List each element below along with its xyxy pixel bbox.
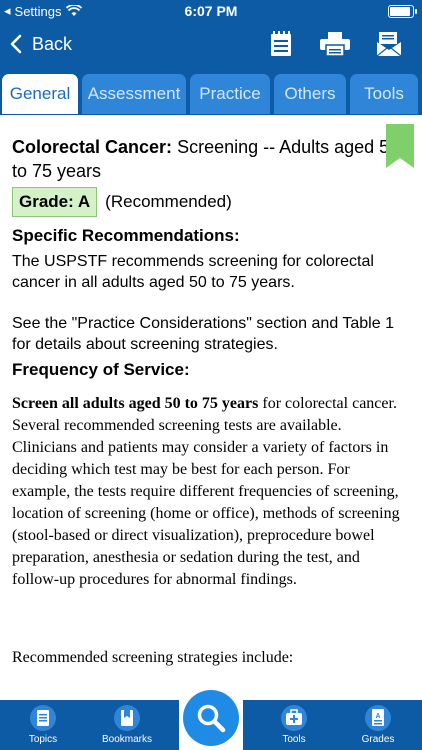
svg-text:A: A — [375, 713, 380, 720]
medical-kit-icon — [281, 705, 307, 731]
back-button[interactable]: Back — [10, 30, 72, 58]
nav-bookmarks-label: Bookmarks — [101, 734, 152, 745]
bookmark-ribbon[interactable] — [386, 124, 414, 168]
nav-tools-label: Tools — [282, 734, 306, 745]
nav-grades-label: Grades — [361, 734, 395, 745]
nav-topics[interactable]: Topics — [3, 704, 83, 748]
nav-grades[interactable]: A Grades — [338, 704, 418, 748]
tab-tools[interactable]: Tools — [350, 74, 418, 114]
bookmark-ribbon-icon — [386, 124, 414, 168]
envelope-icon — [377, 32, 401, 56]
header: ◂ Settings 6:07 PM Back — [0, 0, 422, 70]
notepad-icon — [271, 31, 291, 56]
tab-general[interactable]: General — [2, 74, 78, 114]
search-button[interactable] — [179, 690, 243, 750]
specific-heading: Specific Recommendations: — [12, 226, 240, 245]
nav-tools[interactable]: Tools — [254, 704, 334, 748]
status-time: 6:07 PM — [184, 3, 238, 19]
title-topic: Colorectal Cancer: — [12, 137, 173, 157]
print-button[interactable] — [318, 30, 352, 58]
frequency-body: for colorectal cancer. Several recommend… — [12, 395, 400, 588]
chevron-left-icon — [10, 34, 22, 54]
topics-icon — [30, 705, 56, 731]
content-area[interactable]: Colorectal Cancer: Screening -- Adults a… — [0, 115, 422, 700]
bookmarks-icon — [114, 705, 140, 731]
grade-note: (Recommended) — [105, 192, 232, 211]
grade-badge: Grade: A — [12, 187, 98, 217]
email-button[interactable] — [374, 30, 404, 58]
nav-topics-label: Topics — [28, 734, 58, 745]
tab-assessment[interactable]: Assessment — [82, 74, 186, 114]
strategies-text: Recommended screening strategies include… — [12, 649, 294, 666]
status-bar: ◂ Settings 6:07 PM — [0, 0, 422, 22]
specific-text: The USPSTF recommends screening for colo… — [12, 253, 374, 291]
tab-bar: General Assessment Practice Others Tools — [0, 70, 422, 115]
back-label: Back — [32, 33, 73, 54]
tab-others[interactable]: Others — [274, 74, 346, 114]
notes-button[interactable] — [266, 30, 296, 58]
nav-bookmarks[interactable]: Bookmarks — [87, 704, 167, 748]
frequency-heading: Frequency of Service: — [12, 360, 190, 379]
recommendation-title: Colorectal Cancer: Screening -- Adults a… — [12, 135, 410, 183]
grades-icon: A — [365, 705, 391, 731]
search-icon — [197, 704, 226, 733]
tab-practice[interactable]: Practice — [190, 74, 270, 114]
battery-icon — [388, 5, 417, 18]
printer-icon — [320, 32, 350, 56]
frequency-bold: Screen all adults aged 50 to 75 years — [12, 395, 259, 412]
frequency-text: Screen all adults aged 50 to 75 years fo… — [12, 393, 410, 591]
practice-considerations-text: See the "Practice Considerations" sectio… — [12, 315, 394, 353]
